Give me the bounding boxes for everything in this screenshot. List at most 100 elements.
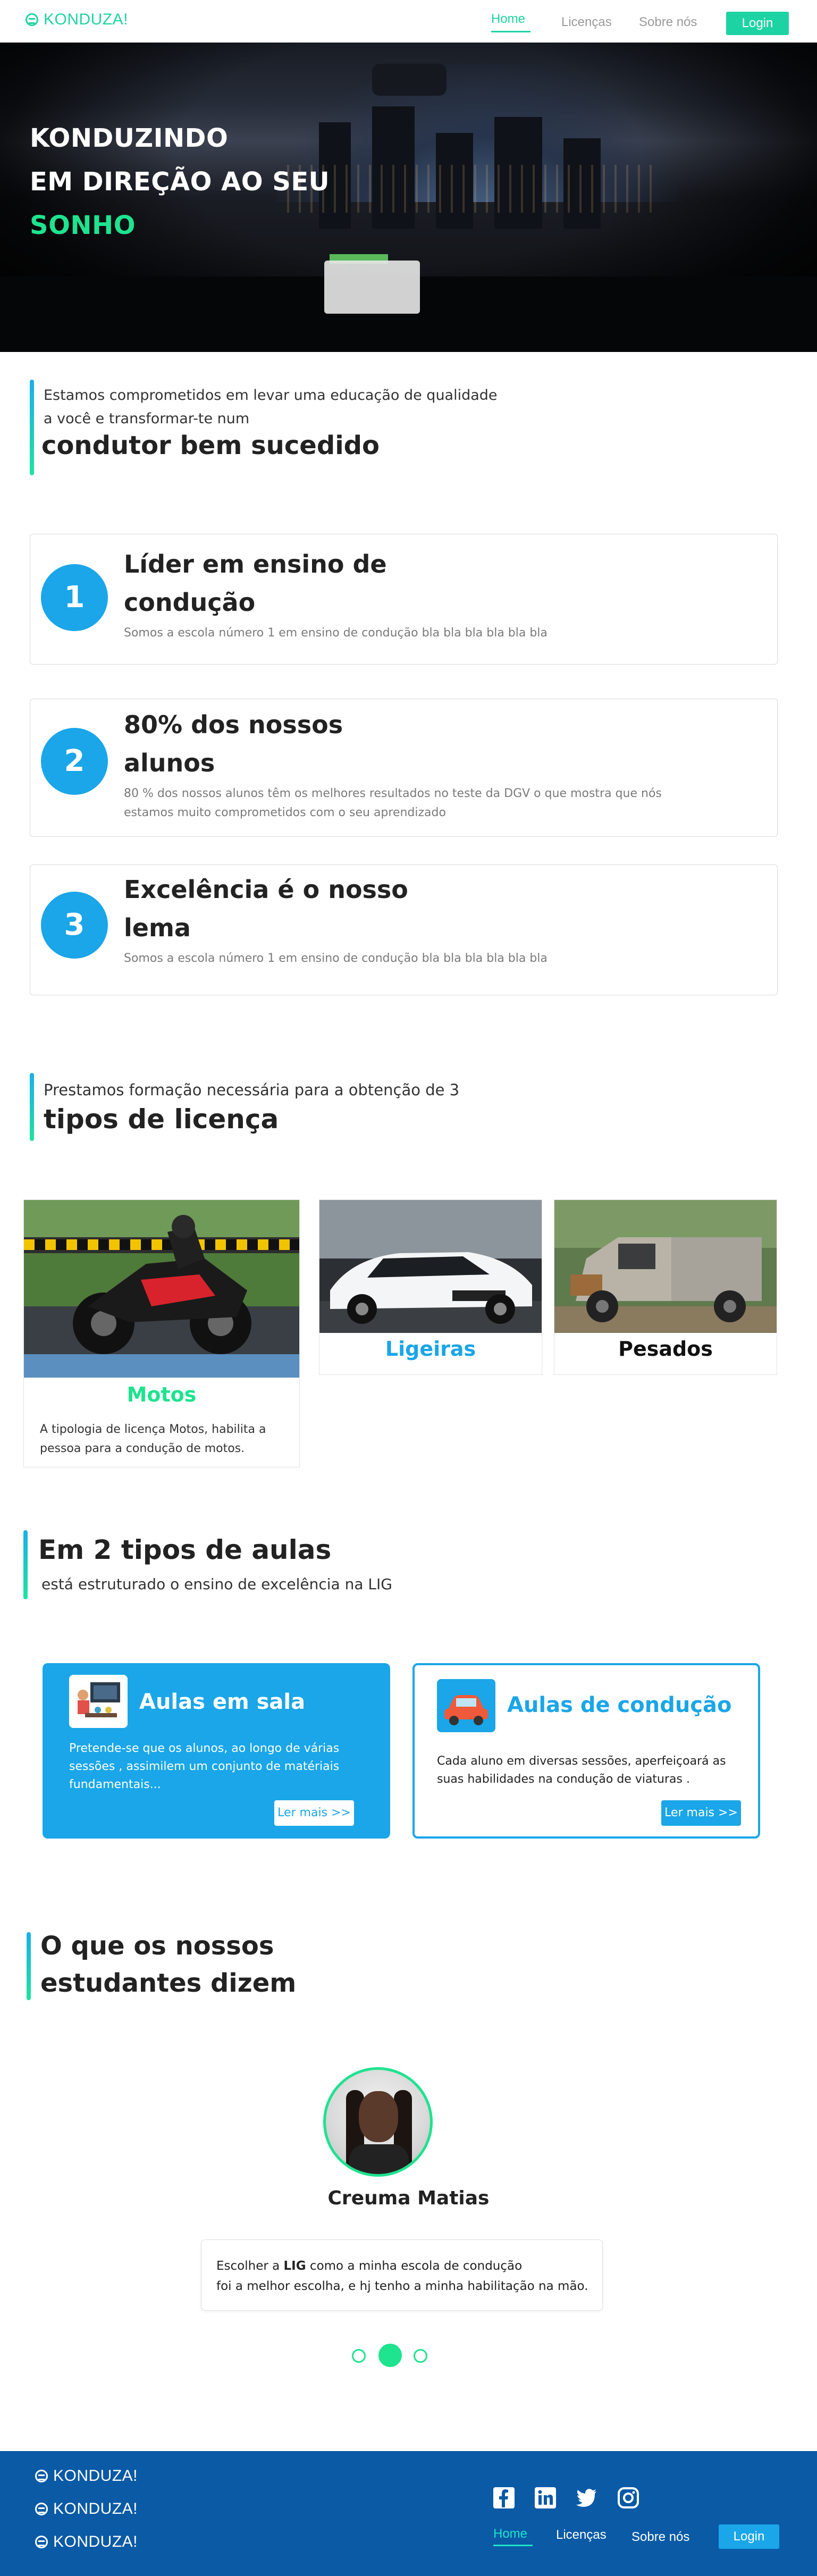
intro-accent-bar bbox=[30, 380, 34, 475]
avatar-face bbox=[359, 2091, 398, 2142]
feature-text: estamos muito comprometidos com o seu ap… bbox=[124, 806, 446, 819]
login-button[interactable]: Login bbox=[726, 12, 789, 35]
carousel-dot-active[interactable] bbox=[378, 2344, 402, 2367]
hero-title-line2: EM DIREÇÃO AO SEU bbox=[30, 167, 330, 197]
feature-number: 3 bbox=[41, 892, 108, 959]
nav-home-underline bbox=[491, 31, 530, 32]
feature-card: 1 Líder em ensino de condução Somos a es… bbox=[30, 534, 778, 665]
logo-text: KONDUZA! bbox=[53, 2500, 138, 2518]
hero-banner bbox=[0, 43, 817, 352]
hero-rearview-mirror bbox=[372, 64, 447, 96]
class-title: Aulas de condução bbox=[507, 1693, 732, 1717]
logo-icon bbox=[35, 2536, 48, 2548]
licenses-intro: Prestamos formação necessária para a obt… bbox=[44, 1081, 460, 1099]
footer-nav-underline bbox=[493, 2545, 533, 2546]
license-desc: pessoa para a condução de motos. bbox=[40, 1442, 245, 1455]
nav-sobre-nos[interactable]: Sobre nós bbox=[639, 15, 697, 30]
logo-icon bbox=[35, 2503, 48, 2515]
student-name: Creuma Matias bbox=[327, 2187, 490, 2209]
feature-text: Somos a escola número 1 em ensino de con… bbox=[124, 952, 548, 965]
motorcycle-image bbox=[24, 1200, 299, 1378]
class-card-sala[interactable]: Aulas em sala Pretende-se que os alunos,… bbox=[43, 1663, 390, 1839]
testimonials-headline-line1: O que os nossos bbox=[40, 1931, 274, 1961]
carousel-dot[interactable] bbox=[352, 2349, 366, 2363]
footer-logo[interactable]: KONDUZA! bbox=[35, 2500, 138, 2518]
footer-nav-licencas[interactable]: Licenças bbox=[556, 2528, 607, 2543]
header-logo[interactable]: KONDUZA! bbox=[26, 11, 128, 29]
avatar-body bbox=[349, 2144, 409, 2174]
feature-title: Líder em ensino de bbox=[124, 550, 387, 578]
classes-headline: Em 2 tipos de aulas bbox=[38, 1534, 332, 1565]
hero-title-line3: SONHO bbox=[30, 211, 136, 240]
hero-dash-screen bbox=[324, 261, 420, 314]
site-header: KONDUZA! Home Licenças Sobre nós Login bbox=[0, 0, 817, 43]
footer-nav-sobre-nos[interactable]: Sobre nós bbox=[631, 2530, 689, 2545]
class-text: fundamentais... bbox=[69, 1778, 161, 1791]
nav-licencas[interactable]: Licenças bbox=[561, 15, 612, 30]
footer-nav-home[interactable]: Home bbox=[493, 2527, 527, 2541]
testimonials-headline-line2: estudantes dizem bbox=[40, 1968, 297, 1998]
read-more-button[interactable]: Ler mais >> bbox=[661, 1800, 741, 1826]
testimonial-quote: Escolher a LIG como a minha escola de co… bbox=[201, 2239, 603, 2311]
quote-text: como a minha escola de condução bbox=[306, 2259, 523, 2273]
logo-text: KONDUZA! bbox=[44, 11, 129, 28]
intro-line2: a você e transformar-te num bbox=[44, 410, 250, 427]
feature-text: 80 % dos nossos alunos têm os melhores r… bbox=[124, 787, 662, 800]
class-card-conducao[interactable]: Aulas de condução Cada aluno em diversas… bbox=[412, 1663, 760, 1839]
class-text: suas habilidades na condução de viaturas… bbox=[437, 1773, 690, 1786]
license-card-pesados[interactable]: Pesados bbox=[554, 1199, 777, 1375]
license-title: Motos bbox=[127, 1383, 197, 1406]
feature-card: 2 80% dos nossos alunos 80 % dos nossos … bbox=[30, 699, 778, 837]
quote-line1: Escolher a LIG como a minha escola de co… bbox=[216, 2259, 522, 2273]
nav-home[interactable]: Home bbox=[491, 12, 525, 27]
feature-title: 80% dos nossos bbox=[124, 710, 343, 739]
class-text: sessões , assimilem um conjunto de matér… bbox=[69, 1760, 340, 1773]
hero-title-line1: KONDUZINDO bbox=[30, 123, 229, 153]
license-title: Pesados bbox=[618, 1337, 713, 1361]
twitter-icon[interactable] bbox=[575, 2486, 599, 2510]
intro-line1: Estamos comprometidos em levar uma educa… bbox=[44, 387, 498, 404]
carousel-dot[interactable] bbox=[414, 2349, 427, 2363]
feature-text: Somos a escola número 1 em ensino de con… bbox=[124, 626, 548, 640]
footer-logo[interactable]: KONDUZA! bbox=[35, 2533, 138, 2551]
testimonials-accent-bar bbox=[27, 1932, 31, 2000]
feature-title: lema bbox=[124, 913, 191, 942]
classroom-icon bbox=[69, 1675, 128, 1728]
feature-number: 2 bbox=[41, 728, 108, 795]
classes-sub: está estruturado o ensino de excelência … bbox=[41, 1575, 392, 1593]
logo-icon bbox=[35, 2470, 48, 2482]
feature-number: 1 bbox=[41, 564, 108, 631]
logo-text: KONDUZA! bbox=[53, 2467, 138, 2485]
feature-card: 3 Excelência é o nosso lema Somos a esco… bbox=[30, 865, 778, 995]
car-icon bbox=[437, 1679, 495, 1732]
footer-logo[interactable]: KONDUZA! bbox=[35, 2467, 138, 2485]
instagram-icon[interactable] bbox=[617, 2486, 640, 2510]
feature-title: alunos bbox=[124, 749, 215, 777]
intro-headline: condutor bem sucedido bbox=[41, 431, 380, 460]
student-avatar bbox=[323, 2067, 433, 2177]
classes-accent-bar bbox=[23, 1530, 28, 1599]
read-more-button[interactable]: Ler mais >> bbox=[274, 1800, 354, 1826]
facebook-icon[interactable] bbox=[492, 2486, 516, 2510]
licenses-accent-bar bbox=[30, 1073, 34, 1141]
logo-icon bbox=[26, 13, 38, 26]
linkedin-icon[interactable] bbox=[534, 2486, 557, 2510]
class-title: Aulas em sala bbox=[139, 1690, 306, 1714]
license-title: Ligeiras bbox=[385, 1337, 476, 1361]
licenses-headline: tipos de licença bbox=[44, 1104, 279, 1135]
feature-title: Excelência é o nosso bbox=[124, 875, 408, 904]
class-text: Pretende-se que os alunos, ao longo de v… bbox=[69, 1742, 340, 1755]
quote-text: Escolher a bbox=[216, 2259, 284, 2273]
quote-brand: LIG bbox=[283, 2259, 306, 2273]
car-image bbox=[319, 1200, 542, 1333]
truck-image bbox=[554, 1200, 777, 1333]
class-text: Cada aluno em diversas sessões, aperfeiç… bbox=[437, 1755, 726, 1768]
quote-line2: foi a melhor escolha, e hj tenho a minha… bbox=[216, 2279, 588, 2293]
license-card-ligeiras[interactable]: Ligeiras bbox=[319, 1199, 542, 1375]
site-footer: KONDUZA! KONDUZA! KONDUZA! Home Licenças… bbox=[0, 2451, 817, 2576]
license-desc: A tipologia de licença Motos, habilita a bbox=[40, 1423, 266, 1436]
logo-text: KONDUZA! bbox=[53, 2533, 138, 2550]
feature-title: condução bbox=[124, 588, 256, 617]
footer-login-button[interactable]: Login bbox=[719, 2524, 779, 2549]
license-card-motos[interactable]: Motos A tipologia de licença Motos, habi… bbox=[23, 1199, 300, 1467]
